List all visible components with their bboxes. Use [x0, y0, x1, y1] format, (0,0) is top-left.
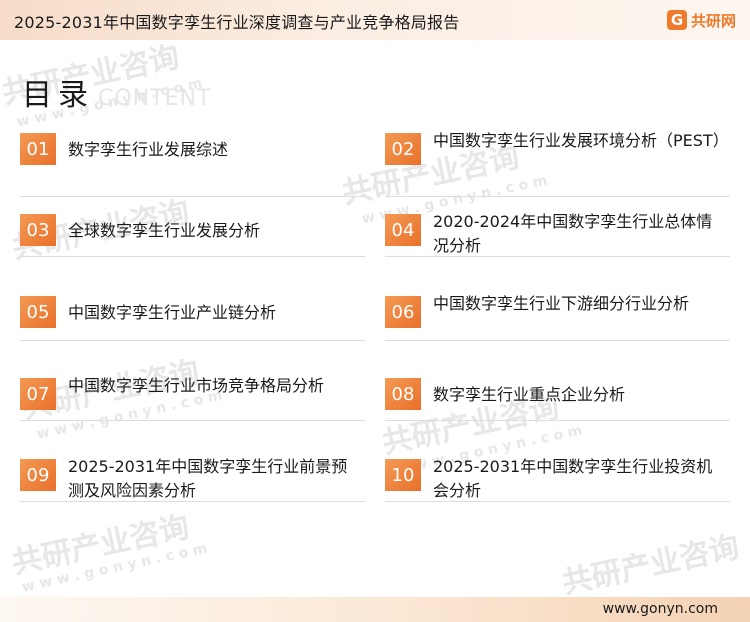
divider	[385, 501, 730, 502]
toc-item[interactable]: 03 全球数字孪生行业发展分析	[20, 214, 365, 284]
toc-number-badge: 07	[20, 378, 56, 410]
toc-item-label: 中国数字孪生行业发展环境分析（PEST）	[433, 131, 729, 150]
toc-item-label: 中国数字孪生行业下游细分行业分析	[433, 294, 690, 313]
toc-item[interactable]: 09 2025-2031年中国数字孪生行业前景预测及风险因素分析	[20, 457, 365, 529]
toc-item[interactable]: 01 数字孪生行业发展综述	[20, 133, 365, 203]
toc-number-badge: 10	[385, 459, 421, 491]
toc-item[interactable]: 07 中国数字孪生行业市场竞争格局分析	[20, 376, 365, 448]
document-title: 2025-2031年中国数字孪生行业深度调查与产业竞争格局报告	[14, 13, 460, 32]
page-heading: 目录 CONTENT	[22, 70, 211, 114]
watermark-brand: 共研产业咨询	[559, 529, 743, 602]
toc-item-label: 2025-2031年中国数字孪生行业投资机会分析	[433, 457, 713, 500]
toc-item[interactable]: 06 中国数字孪生行业下游细分行业分析	[385, 294, 730, 366]
brand-logo-icon: G	[666, 10, 687, 30]
toc-item[interactable]: 02 中国数字孪生行业发展环境分析（PEST）	[385, 131, 730, 203]
divider	[385, 340, 730, 341]
divider	[385, 196, 730, 197]
toc-number-badge: 05	[20, 296, 56, 328]
toc-item-label: 中国数字孪生行业市场竞争格局分析	[68, 376, 325, 395]
heading-subtitle: CONTENT	[98, 86, 212, 111]
toc-number-badge: 03	[20, 214, 56, 246]
toc-item[interactable]: 08 数字孪生行业重点企业分析	[385, 378, 730, 448]
header-bar: 2025-2031年中国数字孪生行业深度调查与产业竞争格局报告 G 共研网	[0, 0, 750, 40]
divider	[385, 256, 730, 257]
toc-number-badge: 04	[385, 214, 421, 246]
toc-item-label: 数字孪生行业重点企业分析	[433, 385, 626, 404]
toc-item-label: 2025-2031年中国数字孪生行业前景预测及风险因素分析	[68, 457, 348, 500]
divider	[20, 501, 365, 502]
brand-name: 共研网	[690, 11, 736, 30]
toc-number-badge: 08	[385, 378, 421, 410]
divider	[20, 420, 365, 421]
footer-bar: www.gonyn.com	[0, 597, 750, 622]
toc-item-label: 中国数字孪生行业产业链分析	[68, 303, 277, 322]
footer-website-link[interactable]: www.gonyn.com	[603, 601, 718, 617]
toc-number-badge: 02	[385, 133, 421, 165]
toc-item-label: 2020-2024年中国数字孪生行业总体情况分析	[433, 212, 713, 255]
toc-number-badge: 01	[20, 133, 56, 165]
heading-title: 目录	[22, 78, 94, 113]
divider	[20, 196, 365, 197]
toc-item[interactable]: 10 2025-2031年中国数字孪生行业投资机会分析	[385, 457, 730, 529]
toc-item-label: 全球数字孪生行业发展分析	[68, 221, 261, 240]
toc-item-label: 数字孪生行业发展综述	[68, 140, 229, 159]
toc-item[interactable]: 05 中国数字孪生行业产业链分析	[20, 296, 365, 366]
divider	[20, 340, 365, 341]
toc-number-badge: 09	[20, 459, 56, 491]
toc-item[interactable]: 04 2020-2024年中国数字孪生行业总体情况分析	[385, 212, 730, 284]
divider	[385, 420, 730, 421]
brand-logo: G 共研网	[666, 8, 736, 32]
divider	[20, 256, 365, 257]
watermark-url: w w w . g o n y n . c o m	[20, 540, 209, 596]
toc-number-badge: 06	[385, 296, 421, 328]
